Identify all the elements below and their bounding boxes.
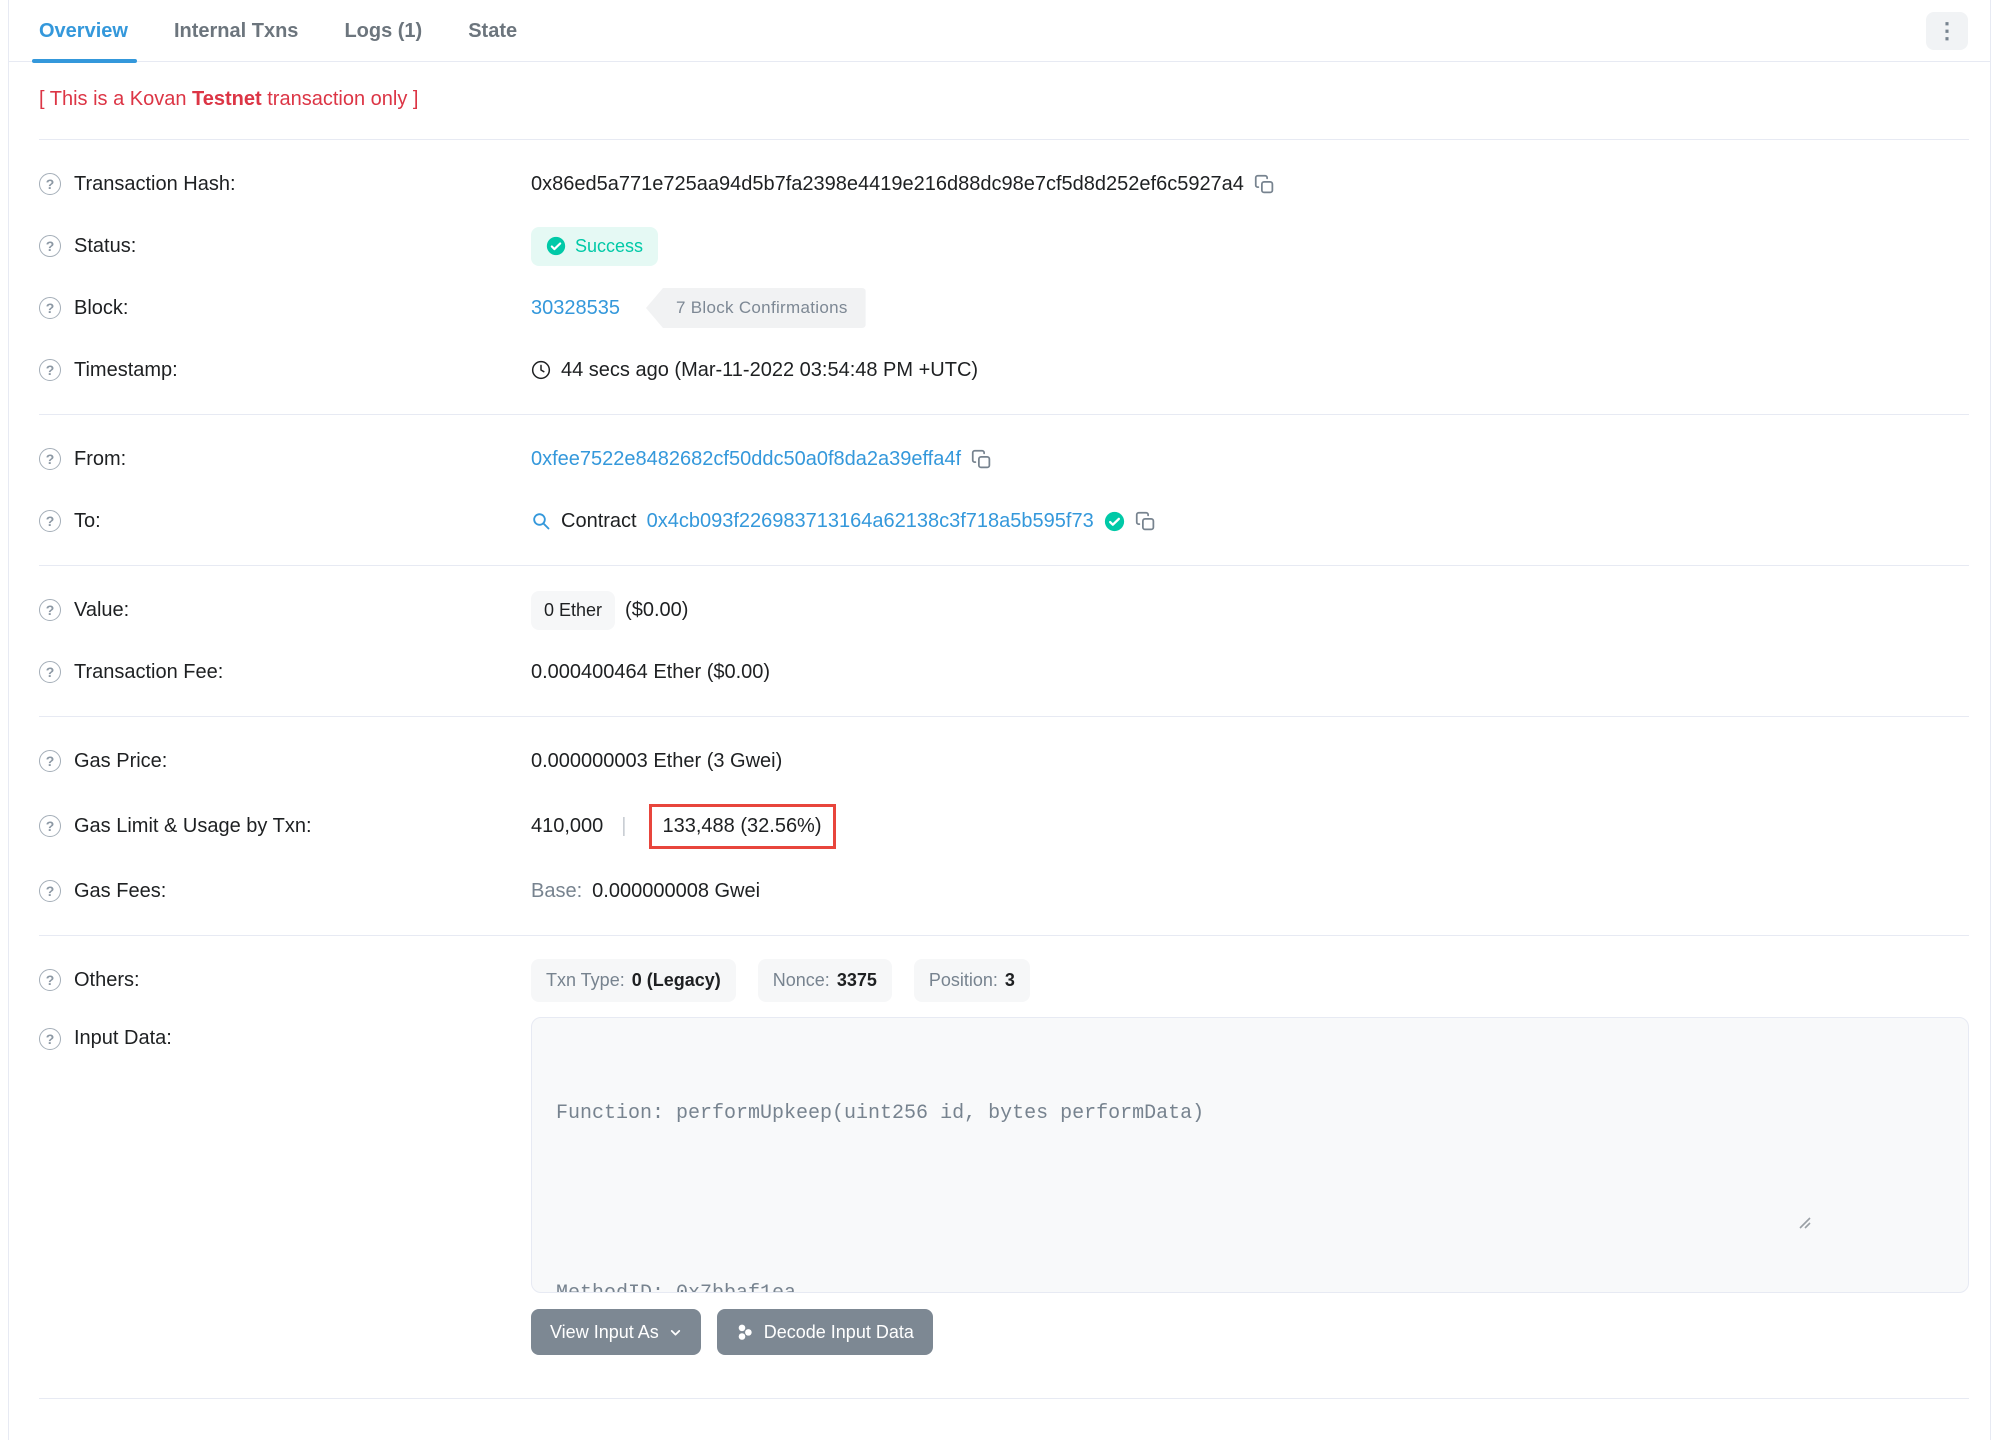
testnet-warning: [ This is a Kovan Testnet transaction on…	[39, 88, 419, 110]
row-label-text: Block:	[74, 296, 129, 319]
row-gas-price: ? Gas Price: 0.000000003 Ether (3 Gwei)	[39, 730, 1969, 792]
row-gas-fees: ? Gas Fees: Base: 0.000000008 Gwei	[39, 860, 1969, 922]
copy-icon	[1254, 174, 1275, 195]
help-icon[interactable]: ?	[39, 448, 61, 470]
row-label-text: Transaction Hash:	[74, 172, 236, 195]
divider	[39, 1398, 1969, 1399]
row-label-text: Input Data:	[74, 1027, 172, 1049]
overview-panel: [ This is a Kovan Testnet transaction on…	[9, 62, 1990, 1399]
gas-usage-annotation-box: 133,488 (32.56%)	[648, 803, 836, 849]
row-label-text: Gas Fees:	[74, 879, 167, 902]
copy-hash-button[interactable]	[1254, 174, 1275, 195]
row-label-text: Timestamp:	[74, 358, 178, 381]
input-data-textarea[interactable]: Function: performUpkeep(uint256 id, byte…	[531, 1017, 1969, 1293]
transaction-card: Overview Internal Txns Logs (1) State ⋮ …	[8, 0, 1991, 1440]
row-label-text: Others:	[74, 968, 140, 991]
section-gas: ? Gas Price: 0.000000003 Ether (3 Gwei) …	[39, 717, 1969, 935]
help-icon[interactable]: ?	[39, 297, 61, 319]
section-value: ? Value: 0 Ether ($0.00) ? Transaction F…	[39, 566, 1969, 716]
row-from: ? From: 0xfee7522e8482682cf50ddc50a0f8da…	[39, 428, 1969, 490]
from-address-link[interactable]: 0xfee7522e8482682cf50ddc50a0f8da2a39effa…	[531, 448, 961, 471]
gas-usage-value: 133,488 (32.56%)	[662, 814, 822, 837]
tab-logs[interactable]: Logs (1)	[344, 0, 422, 62]
row-label-text: Gas Price:	[74, 749, 168, 772]
row-status: ? Status: Success	[39, 215, 1969, 277]
row-to: ? To: Contract 0x4cb093f226983713164a621…	[39, 490, 1969, 552]
row-gas-limit-usage: ? Gas Limit & Usage by Txn: 410,000 | 13…	[39, 792, 1969, 860]
input-methodid-line: MethodID: 0x7bbaf1ea	[556, 1279, 1944, 1292]
row-label-text: Transaction Fee:	[74, 660, 224, 683]
help-icon[interactable]: ?	[39, 815, 61, 837]
nonce-badge: Nonce: 3375	[757, 958, 892, 1002]
row-label-text: To:	[74, 509, 101, 532]
section-summary: ? Transaction Hash: 0x86ed5a771e725aa94d…	[39, 140, 1969, 414]
row-block: ? Block: 30328535 7 Block Confirmations	[39, 277, 1969, 339]
help-icon[interactable]: ?	[39, 359, 61, 381]
copy-icon	[971, 449, 992, 470]
section-others: ? Others: Txn Type: 0 (Legacy) Nonce: 3375…	[39, 936, 1969, 1368]
tab-overview[interactable]: Overview	[32, 0, 137, 63]
block-confirmations-badge: 7 Block Confirmations	[645, 288, 866, 328]
row-label-text: Gas Limit & Usage by Txn:	[74, 814, 312, 837]
gas-limit-value: 410,000	[531, 814, 604, 837]
magnifier-icon[interactable]	[531, 511, 551, 531]
input-function-line: Function: performUpkeep(uint256 id, byte…	[556, 1102, 1205, 1125]
separator: |	[621, 814, 627, 837]
clock-icon	[531, 360, 551, 380]
decode-input-data-button[interactable]: Decode Input Data	[716, 1309, 933, 1355]
row-label-text: Value:	[74, 598, 130, 621]
to-address-link[interactable]: 0x4cb093f226983713164a62138c3f718a5b595f…	[647, 510, 1094, 533]
status-text: Success	[575, 235, 644, 256]
help-icon[interactable]: ?	[39, 173, 61, 195]
to-contract-label: Contract	[561, 509, 637, 532]
copy-to-address-button[interactable]	[1135, 511, 1156, 532]
verified-check-icon	[1104, 511, 1125, 532]
transaction-fee-value: 0.000400464 Ether ($0.00)	[531, 660, 771, 683]
row-timestamp: ? Timestamp: 44 secs ago (Mar-11-2022 03…	[39, 339, 1969, 401]
gas-price-value: 0.000000003 Ether (3 Gwei)	[531, 749, 783, 772]
copy-icon	[1135, 511, 1156, 532]
row-others: ? Others: Txn Type: 0 (Legacy) Nonce: 3375…	[39, 949, 1969, 1011]
check-circle-icon	[546, 236, 566, 256]
value-badge: 0 Ether	[531, 590, 616, 630]
help-icon[interactable]: ?	[39, 661, 61, 683]
position-badge: Position: 3	[913, 958, 1030, 1002]
tab-internal-txns[interactable]: Internal Txns	[174, 0, 298, 62]
section-parties: ? From: 0xfee7522e8482682cf50ddc50a0f8da…	[39, 415, 1969, 565]
help-icon[interactable]: ?	[39, 599, 61, 621]
chevron-down-icon	[669, 1326, 682, 1339]
help-icon[interactable]: ?	[39, 750, 61, 772]
row-label-text: From:	[74, 447, 127, 470]
row-value: ? Value: 0 Ether ($0.00)	[39, 579, 1969, 641]
kebab-icon: ⋮	[1936, 17, 1958, 43]
txn-type-badge: Txn Type: 0 (Legacy)	[531, 958, 736, 1002]
copy-from-address-button[interactable]	[971, 449, 992, 470]
row-label-text: Status:	[74, 234, 137, 257]
row-transaction-fee: ? Transaction Fee: 0.000400464 Ether ($0…	[39, 641, 1969, 703]
tab-state[interactable]: State	[468, 0, 517, 62]
row-transaction-hash: ? Transaction Hash: 0x86ed5a771e725aa94d…	[39, 153, 1969, 215]
decode-shapes-icon	[736, 1323, 754, 1341]
block-number-link[interactable]: 30328535	[531, 297, 620, 320]
help-icon[interactable]: ?	[39, 880, 61, 902]
timestamp-value: 44 secs ago (Mar-11-2022 03:54:48 PM +UT…	[561, 358, 979, 381]
tab-bar: Overview Internal Txns Logs (1) State ⋮	[9, 0, 1990, 63]
help-icon[interactable]: ?	[39, 1027, 61, 1050]
gas-fees-base-value: 0.000000008 Gwei	[592, 879, 761, 902]
view-input-as-button[interactable]: View Input As	[531, 1309, 701, 1355]
resize-grip[interactable]	[1797, 1155, 1965, 1289]
transaction-hash-value: 0x86ed5a771e725aa94d5b7fa2398e4419e216d8…	[531, 172, 1244, 195]
status-badge: Success	[531, 226, 659, 266]
help-icon[interactable]: ?	[39, 969, 61, 991]
row-input-data: ? Input Data: Function: performUpkeep(ui…	[39, 1011, 1969, 1355]
value-usd: ($0.00)	[625, 598, 689, 621]
help-icon[interactable]: ?	[39, 510, 61, 532]
help-icon[interactable]: ?	[39, 235, 61, 257]
more-options-button[interactable]: ⋮	[1926, 11, 1968, 50]
gas-fees-base-label: Base:	[531, 879, 583, 902]
